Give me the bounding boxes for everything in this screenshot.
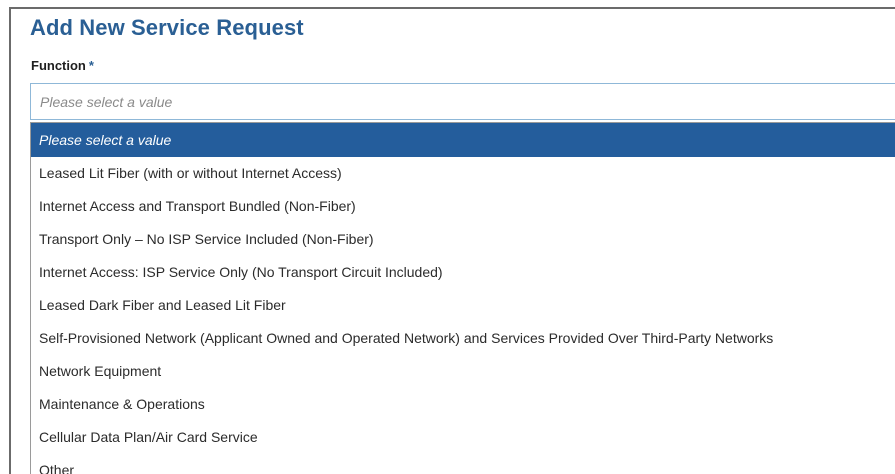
dropdown-option-leased-lit-fiber[interactable]: Leased Lit Fiber (with or without Intern… <box>31 157 895 190</box>
dropdown-option-internet-transport-bundled[interactable]: Internet Access and Transport Bundled (N… <box>31 190 895 223</box>
dropdown-option-isp-service-only[interactable]: Internet Access: ISP Service Only (No Tr… <box>31 256 895 289</box>
page-title: Add New Service Request <box>30 15 304 40</box>
dropdown-option-placeholder[interactable]: Please select a value <box>31 123 895 157</box>
dropdown-option-maintenance-operations[interactable]: Maintenance & Operations <box>31 388 895 421</box>
dropdown-option-network-equipment[interactable]: Network Equipment <box>31 355 895 388</box>
function-dropdown-list: Please select a value Leased Lit Fiber (… <box>30 122 895 474</box>
dropdown-option-self-provisioned-network[interactable]: Self-Provisioned Network (Applicant Owne… <box>31 322 895 355</box>
required-marker: * <box>88 58 94 73</box>
dropdown-option-cellular-data-plan[interactable]: Cellular Data Plan/Air Card Service <box>31 421 895 454</box>
dropdown-option-dark-and-lit-fiber[interactable]: Leased Dark Fiber and Leased Lit Fiber <box>31 289 895 322</box>
function-field-label: Function * <box>31 58 94 73</box>
dropdown-option-transport-only[interactable]: Transport Only – No ISP Service Included… <box>31 223 895 256</box>
form-panel: Add New Service Request Function * Please… <box>9 7 895 474</box>
function-select-placeholder: Please select a value <box>40 94 173 110</box>
function-select[interactable]: Please select a value <box>30 83 895 120</box>
function-label-text: Function <box>31 58 86 73</box>
dropdown-option-other[interactable]: Other <box>31 454 895 474</box>
